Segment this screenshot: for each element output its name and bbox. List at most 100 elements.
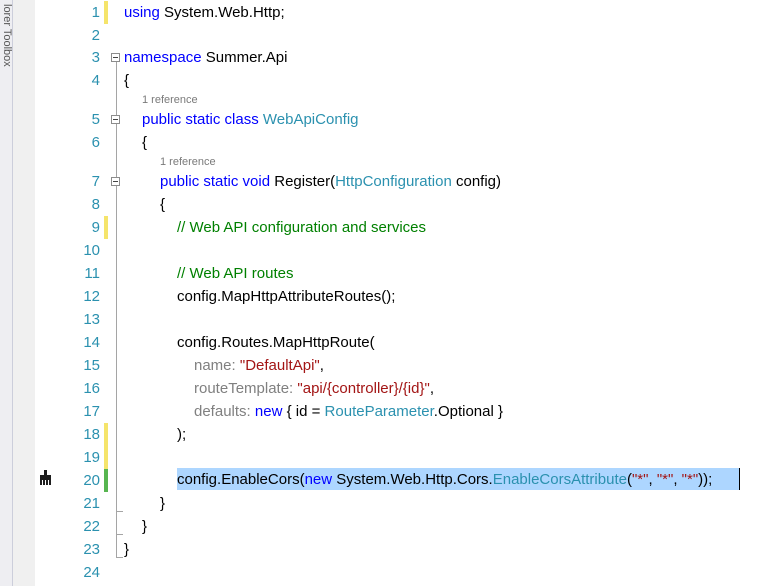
line-number: 6 <box>91 134 100 151</box>
keyword: public static class <box>142 111 263 128</box>
code-line-5[interactable]: public static class WebApiConfig <box>142 108 359 131</box>
line-number: 24 <box>83 564 100 581</box>
change-marker <box>104 469 108 492</box>
outline-end <box>116 511 123 512</box>
line-number: 17 <box>83 403 100 420</box>
string: "*" <box>681 471 699 488</box>
change-marker <box>104 1 108 24</box>
code-line-18[interactable]: ); <box>177 423 186 446</box>
type-name: WebApiConfig <box>262 111 359 128</box>
comment: // Web API configuration and services <box>177 219 427 236</box>
code-line-8[interactable]: { <box>160 193 165 216</box>
line-number: 4 <box>91 72 100 89</box>
line-number: 10 <box>83 242 100 259</box>
code-line-17[interactable]: defaults: new { id = RouteParameter.Opti… <box>194 400 503 423</box>
line-number: 20 <box>83 472 100 489</box>
outline-guide <box>116 62 117 558</box>
line-number: 22 <box>83 518 100 535</box>
line-number: 1 <box>91 4 100 21</box>
collapse-method-icon[interactable] <box>111 177 120 186</box>
code-text: System.Web.Http; <box>159 4 285 21</box>
code-line-3[interactable]: namespace Summer.Api <box>124 46 287 69</box>
code-text: System.Web.Http.Cors. <box>332 471 493 488</box>
code-text: .Optional } <box>433 403 503 420</box>
code-line-15[interactable]: name: "DefaultApi", <box>194 354 324 377</box>
string: "*" <box>656 471 674 488</box>
code-text: , <box>319 357 324 374</box>
code-text: config.Routes.MapHttpRoute( <box>177 334 375 351</box>
codelens-reference[interactable]: 1 reference <box>142 93 198 107</box>
line-number: 16 <box>83 380 100 397</box>
type-name: HttpConfiguration <box>335 173 452 190</box>
code-text: , <box>429 380 434 397</box>
code-text: Register( <box>270 173 336 190</box>
code-line-11[interactable]: // Web API routes <box>177 262 293 285</box>
param-hint: routeTemplate: <box>194 380 294 397</box>
string: "api/{controller}/{id}" <box>297 380 430 397</box>
code-text: { <box>124 72 130 89</box>
outline-end <box>116 534 123 535</box>
code-line-20[interactable]: config.EnableCors(new System.Web.Http.Co… <box>177 468 712 491</box>
type-name: RouteParameter <box>324 403 434 420</box>
code-text: { id = <box>282 403 325 420</box>
line-number: 23 <box>83 541 100 558</box>
keyword: new <box>254 403 283 420</box>
code-text: } <box>160 495 166 512</box>
code-text: )); <box>698 471 713 488</box>
line-number: 14 <box>83 334 100 351</box>
line-number: 15 <box>83 357 100 374</box>
code-line-7[interactable]: public static void Register(HttpConfigur… <box>160 170 501 193</box>
glyph-margin <box>13 0 35 586</box>
codelens-reference[interactable]: 1 reference <box>160 155 216 169</box>
quick-actions-brush-icon[interactable] <box>37 469 55 487</box>
line-number: 12 <box>83 288 100 305</box>
code-line-16[interactable]: routeTemplate: "api/{controller}/{id}", <box>194 377 434 400</box>
param-hint: name: <box>194 357 236 374</box>
line-number: 21 <box>83 495 100 512</box>
code-line-14[interactable]: config.Routes.MapHttpRoute( <box>177 331 375 354</box>
collapse-class-icon[interactable] <box>111 115 120 124</box>
line-number: 5 <box>91 111 100 128</box>
code-text: config) <box>451 173 502 190</box>
code-line-1[interactable]: using System.Web.Http; <box>124 1 285 24</box>
code-line-21[interactable]: } <box>160 492 165 515</box>
line-number: 7 <box>91 173 100 190</box>
line-number: 11 <box>84 265 100 282</box>
code-line-4[interactable]: { <box>124 69 129 92</box>
side-tab-label: lorer Toolbox <box>1 4 13 67</box>
keyword: using <box>124 4 160 21</box>
string: "*" <box>631 471 649 488</box>
code-line-12[interactable]: config.MapHttpAttributeRoutes(); <box>177 285 395 308</box>
line-number: 9 <box>91 219 100 236</box>
text-caret <box>739 468 740 490</box>
type-name: EnableCorsAttribute <box>492 471 627 488</box>
code-text: { <box>142 134 148 151</box>
keyword: public static void <box>160 173 271 190</box>
line-number: 18 <box>83 426 100 443</box>
string: "DefaultApi" <box>239 357 320 374</box>
line-number: 13 <box>83 311 100 328</box>
line-number: 2 <box>91 27 100 44</box>
comment: // Web API routes <box>177 265 294 282</box>
toolbox-side-tab[interactable]: lorer Toolbox <box>0 0 13 586</box>
keyword: namespace <box>124 49 202 66</box>
line-number: 3 <box>91 49 100 66</box>
outline-end <box>116 557 123 558</box>
code-text: Summer.Api <box>201 49 288 66</box>
code-text: , <box>648 471 657 488</box>
line-number: 8 <box>91 196 100 213</box>
change-marker <box>104 423 108 446</box>
code-line-22[interactable]: } <box>142 515 147 538</box>
change-marker <box>104 446 108 469</box>
code-line-23[interactable]: } <box>124 538 129 561</box>
code-text: config.EnableCors( <box>177 471 305 488</box>
code-line-6[interactable]: { <box>142 131 147 154</box>
change-marker <box>104 216 108 239</box>
collapse-namespace-icon[interactable] <box>111 53 120 62</box>
code-text: { <box>160 196 166 213</box>
code-text: , <box>673 471 682 488</box>
line-number: 19 <box>83 449 100 466</box>
code-line-9[interactable]: // Web API configuration and services <box>177 216 426 239</box>
code-text: ); <box>177 426 187 443</box>
param-hint: defaults: <box>194 403 251 420</box>
